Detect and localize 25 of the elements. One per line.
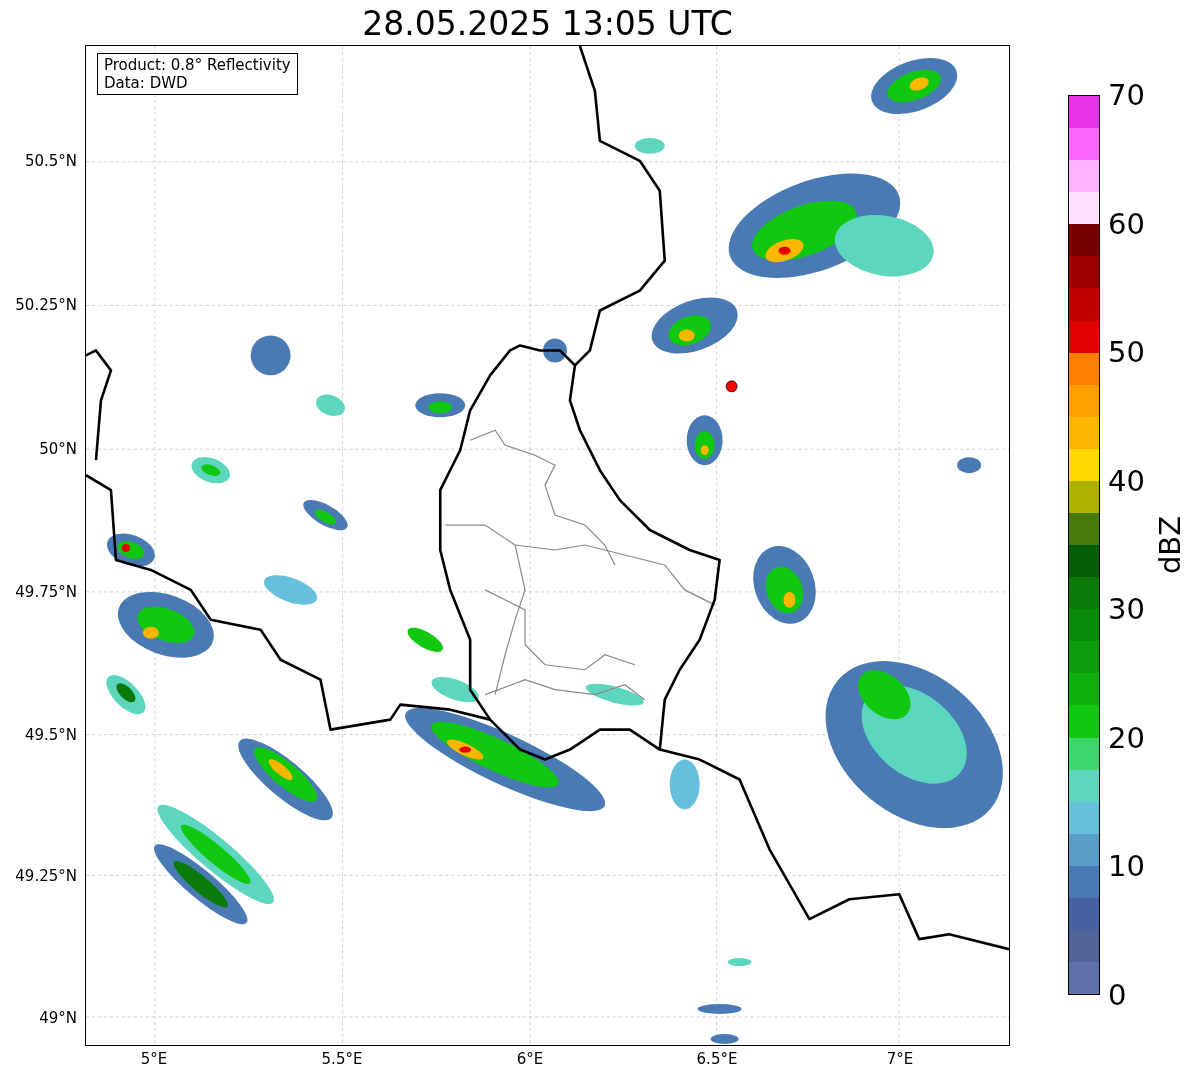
colorbar-tick-label: 70 <box>1108 79 1145 111</box>
latitude-label: 49.25°N <box>15 867 77 885</box>
longitude-label: 5°E <box>140 1050 168 1068</box>
radar-site-marker <box>725 380 738 393</box>
colorbar-tick-label: 30 <box>1108 593 1145 626</box>
colorbar-tick-label: 50 <box>1108 336 1145 369</box>
colorbar-tick-label: 20 <box>1108 721 1145 754</box>
colorbar-tick-label: 10 <box>1108 850 1145 883</box>
longitude-label: 7°E <box>886 1050 914 1068</box>
longitude-label: 6.5°E <box>696 1050 738 1068</box>
colorbar-tick-label: 0 <box>1108 979 1127 1011</box>
colorbar-label: dBZ <box>1154 515 1186 575</box>
info-text: Data: DWD <box>104 74 189 92</box>
colorbar-tick-label: 60 <box>1108 207 1145 240</box>
latitude-label: 49.75°N <box>15 583 77 601</box>
latitude-label: 50.25°N <box>15 296 77 314</box>
longitude-label: 5.5°E <box>321 1050 363 1068</box>
latitude-label: 50.5°N <box>24 152 77 170</box>
latitude-label: 50°N <box>39 440 77 458</box>
longitude-label: 6°E <box>516 1050 544 1068</box>
info-text: Product: 0.8° Reflectivity <box>104 56 291 74</box>
latitude-label: 49.5°N <box>24 726 77 744</box>
chart-title: 28.05.2025 13:05 UTC <box>362 3 733 45</box>
colorbar-tick-label: 40 <box>1108 464 1145 497</box>
latitude-label: 49°N <box>39 1009 77 1027</box>
